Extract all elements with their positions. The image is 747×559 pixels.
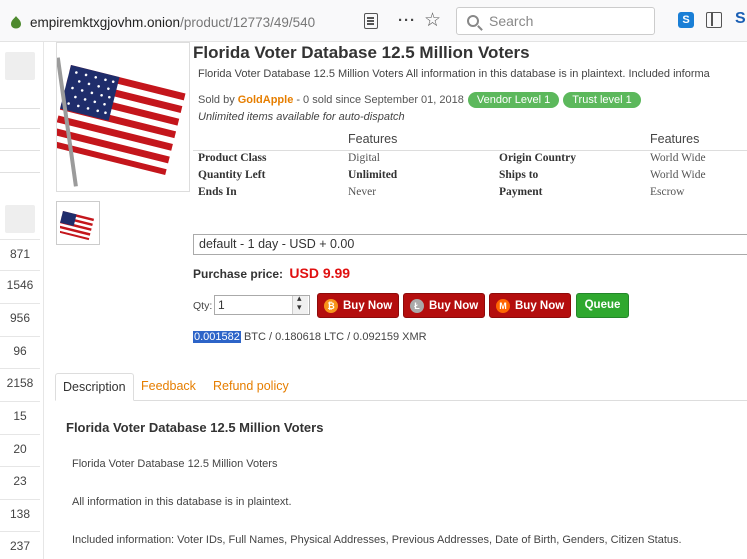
sidebar-divider [0, 531, 40, 532]
sidebar-divider [0, 108, 40, 109]
features-row: Quantity Left Unlimited Ships to World W… [193, 169, 747, 186]
sold-count-text: - 0 sold since September 01, 2018 [296, 94, 464, 106]
sidebar-count[interactable]: 23 [0, 474, 40, 488]
tab-description[interactable]: Description [55, 373, 134, 401]
sidebar-count[interactable]: 15 [0, 409, 40, 423]
crypto-prices: 0.001582 BTC / 0.180618 LTC / 0.092159 X… [193, 331, 427, 343]
description-title: Florida Voter Database 12.5 Million Vote… [66, 420, 324, 435]
price-value: USD 9.99 [289, 265, 351, 281]
buy-now-xmr-button[interactable]: M Buy Now [489, 293, 572, 318]
qty-label: Qty: [193, 300, 213, 312]
feature-value: World Wide [650, 152, 706, 164]
description-line: Florida Voter Database 12.5 Million Vote… [72, 458, 278, 470]
queue-button[interactable]: Queue [576, 293, 629, 318]
features-row: Product Class Digital Origin Country Wor… [193, 152, 747, 169]
buy-now-label: Buy Now [343, 299, 393, 312]
sold-by-label: Sold by [198, 94, 235, 106]
trust-level-badge: Trust level 1 [563, 92, 641, 108]
sidebar-divider [0, 128, 40, 129]
sidebar-divider [0, 303, 40, 304]
btc-amount-selected: 0.001582 [193, 331, 241, 343]
sidebar-count[interactable]: 96 [0, 344, 40, 358]
more-actions-icon[interactable]: ··· [398, 12, 416, 29]
sidebar-divider [0, 172, 40, 173]
feature-label: Origin Country [499, 152, 576, 164]
buy-now-btc-button[interactable]: ₿ Buy Now [317, 293, 400, 318]
tab-refund-policy[interactable]: Refund policy [206, 373, 296, 401]
feature-value: Never [348, 186, 377, 198]
sidebar-toggle-icon[interactable] [706, 12, 722, 28]
sidebar-count[interactable]: 2158 [0, 376, 40, 390]
sidebar-count[interactable]: 871 [0, 247, 40, 261]
sidebar-count[interactable]: 956 [0, 311, 40, 325]
product-thumbnail[interactable] [56, 201, 100, 245]
description-line: Included information: Voter IDs, Full Na… [72, 534, 682, 546]
shipping-option-select[interactable]: default - 1 day - USD + 0.00 [193, 234, 747, 255]
us-flag-thumbnail [57, 211, 95, 241]
features-row: Ends In Never Payment Escrow [193, 186, 747, 203]
browser-search-input[interactable]: Search [456, 7, 655, 35]
litecoin-icon: Ł [410, 298, 424, 313]
product-short-description: Florida Voter Database 12.5 Million Vote… [198, 68, 710, 80]
vendor-level-badge: Vendor Level 1 [467, 92, 560, 108]
search-placeholder: Search [489, 13, 534, 29]
feature-label: Payment [499, 186, 543, 198]
sidebar-divider [0, 499, 40, 500]
seller-info: Sold by GoldApple - 0 sold since Septemb… [198, 92, 641, 108]
product-title: Florida Voter Database 12.5 Million Vote… [193, 43, 530, 62]
sidebar-divider [0, 434, 40, 435]
bookmark-star-icon[interactable]: ☆ [424, 9, 441, 32]
sidebar-divider [0, 270, 40, 271]
sidebar-divider [0, 336, 40, 337]
buy-now-ltc-button[interactable]: Ł Buy Now [403, 293, 486, 318]
sidebar-divider [0, 150, 40, 151]
product-tabs: Description Feedback Refund policy [55, 373, 747, 401]
onion-icon [11, 16, 21, 29]
product-main-image[interactable] [56, 42, 190, 192]
feature-value: World Wide [650, 169, 706, 181]
buy-now-label: Buy Now [429, 299, 479, 312]
buy-now-label: Buy Now [515, 299, 565, 312]
us-flag-image [57, 57, 186, 187]
features-divider [193, 150, 747, 151]
sidebar-divider [0, 466, 40, 467]
sidebar-placeholder-box [5, 52, 35, 80]
feature-value: Digital [348, 152, 380, 164]
monero-icon: M [496, 298, 510, 313]
purchase-price: Purchase price: USD 9.99 [193, 265, 350, 281]
crypto-amounts: BTC / 0.180618 LTC / 0.092159 XMR [240, 331, 427, 343]
sidebar-count[interactable]: 1546 [0, 278, 40, 292]
sidebar-border [43, 42, 44, 559]
sidebar-divider [0, 368, 40, 369]
sidebar-divider [0, 239, 40, 240]
extension-s-icon[interactable]: S [678, 12, 694, 28]
sidebar-count[interactable]: 138 [0, 507, 40, 521]
sidebar-divider [0, 401, 40, 402]
feature-label: Ships to [499, 169, 539, 181]
feature-value: Escrow [650, 186, 685, 198]
bitcoin-icon: ₿ [324, 298, 338, 313]
dispatch-note: Unlimited items available for auto-dispa… [198, 111, 405, 123]
features-header: Features [650, 132, 700, 146]
features-header: Features [348, 132, 398, 146]
feature-label: Product Class [198, 152, 267, 164]
tab-feedback[interactable]: Feedback [134, 373, 203, 401]
feature-label: Quantity Left [198, 169, 266, 181]
url-bar[interactable]: empiremktxgjovhm.onion/product/12773/49/… [10, 12, 360, 32]
url-text[interactable]: empiremktxgjovhm.onion/product/12773/49/… [30, 15, 350, 30]
sidebar-count[interactable]: 20 [0, 442, 40, 456]
description-line: All information in this database is in p… [72, 496, 292, 508]
feature-label: Ends In [198, 186, 237, 198]
extension-s2-icon[interactable]: S [735, 10, 746, 28]
search-icon [467, 15, 479, 27]
reader-view-icon[interactable] [364, 13, 378, 29]
quantity-stepper[interactable] [292, 293, 308, 314]
feature-value: Unlimited [348, 169, 398, 181]
price-label: Purchase price: [193, 267, 284, 281]
sidebar-placeholder-box [5, 205, 35, 233]
browser-toolbar: empiremktxgjovhm.onion/product/12773/49/… [0, 0, 747, 42]
sidebar-count[interactable]: 237 [0, 539, 40, 553]
seller-link[interactable]: GoldApple [238, 94, 294, 106]
